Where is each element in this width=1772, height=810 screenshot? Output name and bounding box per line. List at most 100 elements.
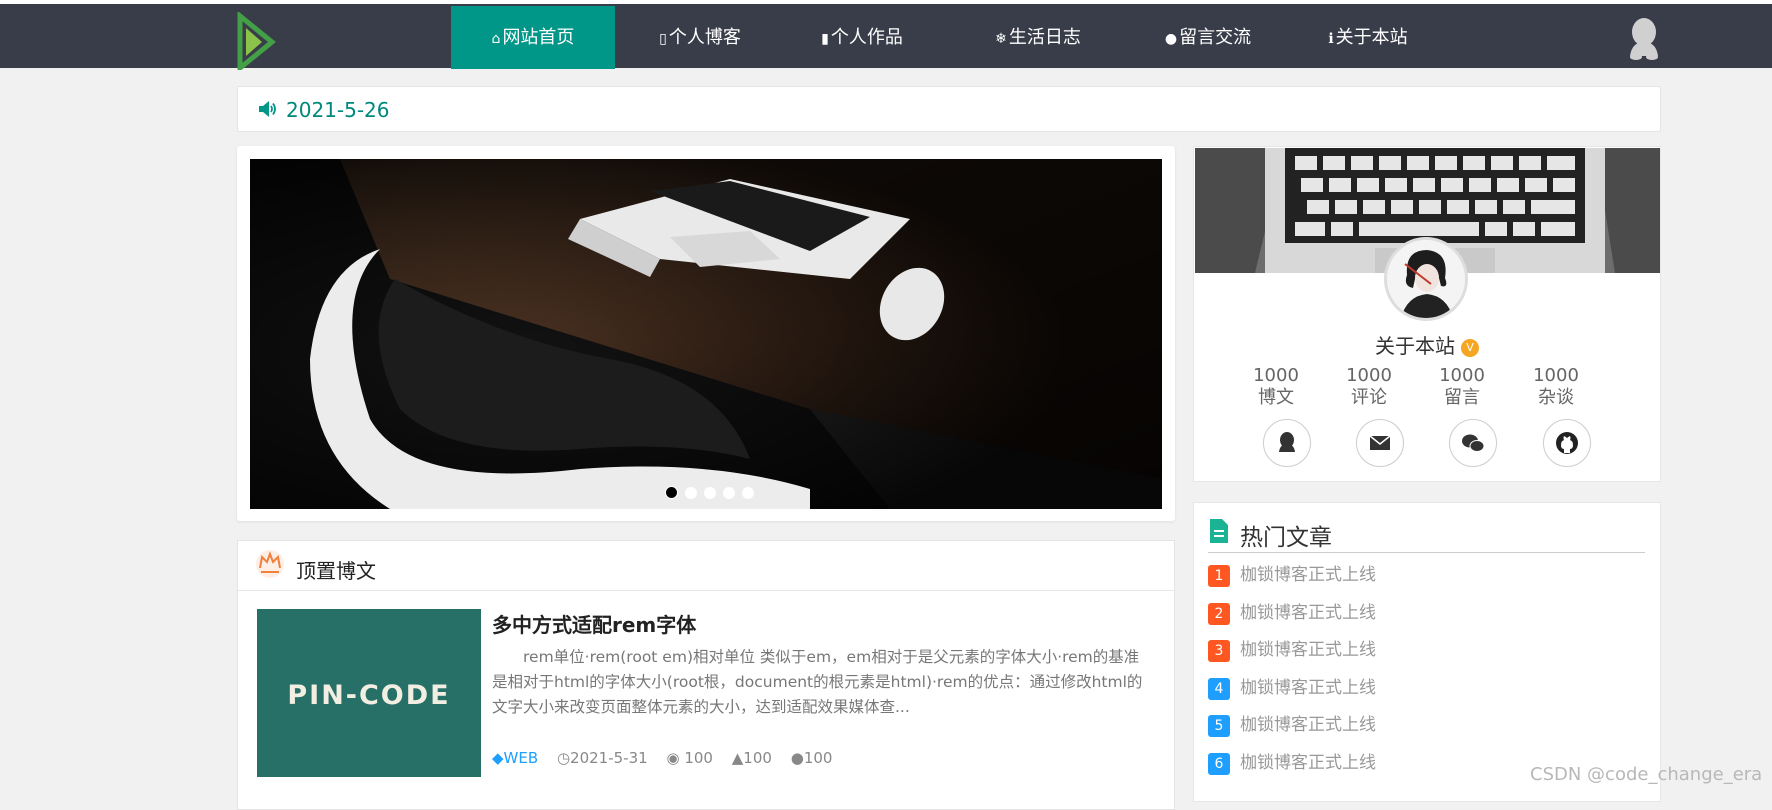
nav-label: 生活日志 (1008, 27, 1081, 48)
hot-articles-header: 热门文章 (1208, 515, 1645, 553)
stat-label: 博文 (1258, 387, 1294, 408)
nav-item-about[interactable]: ℹ 关于本站 (1318, 6, 1418, 69)
hot-articles-card: 热门文章 1 枷锁博客正式上线 2 枷锁博客正式上线 3 枷锁博客正式上线 4 枷锁博客… (1193, 502, 1661, 802)
hot-article-item[interactable]: 2 枷锁博客正式上线 (1208, 602, 1376, 625)
stat-essays: 1000 杂谈 (1516, 365, 1596, 409)
pinned-posts-header: 顶置博文 (238, 541, 1174, 591)
thumbnail-text: PIN-CODE (287, 680, 450, 711)
hot-article-item[interactable]: 6 枷锁博客正式上线 (1208, 752, 1376, 775)
tag-icon: ◆ (492, 749, 504, 767)
notice-bar: 2021-5-26 (237, 86, 1661, 132)
notice-text: 2021-5-26 (286, 98, 390, 122)
hot-article-item[interactable]: 5 枷锁博客正式上线 (1208, 714, 1376, 737)
hot-article-item[interactable]: 3 枷锁博客正式上线 (1208, 639, 1376, 662)
post-likes: 100 (743, 749, 772, 767)
nav-item-works[interactable]: ▮ 个人作品 (812, 6, 912, 69)
verified-badge: V (1461, 339, 1479, 357)
banner-card (237, 146, 1175, 521)
hot-article-title: 枷锁博客正式上线 (1240, 565, 1376, 585)
volume-icon (259, 101, 276, 117)
hot-article-title: 枷锁博客正式上线 (1240, 678, 1376, 698)
chat-icon: ● (1164, 31, 1178, 47)
stat-value: 1000 (1346, 365, 1392, 386)
post-comments: 100 (803, 749, 833, 767)
mail-icon (1369, 435, 1391, 450)
social-qq-button[interactable] (1263, 419, 1311, 467)
pinned-posts-card: 顶置博文 PIN-CODE 多中方式适配rem字体 rem单位·rem(root… (237, 540, 1175, 810)
social-wechat-button[interactable] (1449, 419, 1497, 467)
hot-article-title: 枷锁博客正式上线 (1240, 640, 1376, 660)
social-github-button[interactable] (1543, 419, 1591, 467)
user-avatar-icon[interactable] (1624, 16, 1664, 60)
snowflake-icon: ❄ (995, 31, 1007, 47)
stat-comments: 1000 评论 (1329, 365, 1409, 409)
rank-badge: 3 (1208, 640, 1230, 662)
banner-image (250, 159, 1162, 509)
banner-carousel[interactable] (250, 159, 1162, 509)
watermark: CSDN @code_change_era (1530, 764, 1763, 785)
rank-badge: 5 (1208, 715, 1230, 737)
navbar: ⌂ 网站首页 ▯ 个人博客 ▮ 个人作品 ❄ 生活日志 ● 留言交流 ℹ 关于本站 (0, 4, 1772, 70)
stat-posts: 1000 博文 (1236, 365, 1316, 409)
carousel-dots (665, 484, 761, 499)
rank-badge: 1 (1208, 565, 1230, 587)
eye-icon: ◉ (666, 749, 680, 767)
nav-label: 网站首页 (502, 27, 575, 48)
post-views: 100 (684, 749, 713, 767)
avatar[interactable] (1384, 237, 1468, 321)
carousel-dot[interactable] (665, 486, 678, 499)
nav-item-messages[interactable]: ● 留言交流 (1148, 6, 1268, 69)
social-mail-button[interactable] (1356, 419, 1404, 467)
nav-item-diary[interactable]: ❄ 生活日志 (983, 6, 1093, 69)
book-icon: ▯ (659, 31, 667, 47)
stat-value: 1000 (1533, 365, 1579, 386)
hot-article-title: 枷锁博客正式上线 (1240, 753, 1376, 773)
logo-icon[interactable] (236, 12, 276, 70)
rank-badge: 4 (1208, 678, 1230, 700)
carousel-dot[interactable] (704, 487, 716, 499)
nav-item-home[interactable]: ⌂ 网站首页 (451, 6, 615, 69)
carousel-dot[interactable] (742, 487, 754, 499)
stat-label: 留言 (1444, 387, 1480, 408)
hot-articles-title: 热门文章 (1240, 525, 1332, 551)
pinned-posts-title: 顶置博文 (296, 559, 376, 583)
carousel-dot[interactable] (685, 487, 697, 499)
rank-badge: 2 (1208, 603, 1230, 625)
stat-value: 1000 (1439, 365, 1485, 386)
document-icon (1210, 519, 1228, 543)
post-tag-label: WEB (503, 749, 539, 767)
nav-label: 留言交流 (1179, 27, 1252, 48)
wechat-icon (1462, 434, 1485, 452)
rank-badge: 6 (1208, 753, 1230, 775)
info-icon: ℹ (1328, 31, 1334, 47)
stat-label: 评论 (1351, 387, 1387, 408)
post-thumbnail[interactable]: PIN-CODE (257, 609, 481, 777)
profile-name: 关于本站 V (1194, 330, 1660, 359)
crown-icon (256, 550, 284, 578)
carousel-dot[interactable] (723, 487, 735, 499)
clock-icon: ◷ (556, 749, 571, 767)
stat-value: 1000 (1253, 365, 1299, 386)
qq-icon (1279, 432, 1295, 452)
nav-label: 个人博客 (668, 27, 741, 48)
post-excerpt: rem单位·rem(root em)相对单位 类似于em，em相对于是父元素的字… (492, 648, 1143, 716)
comment-icon: ● (790, 749, 804, 767)
stat-messages: 1000 留言 (1422, 365, 1502, 409)
nav-label: 个人作品 (830, 27, 903, 48)
hot-article-title: 枷锁博客正式上线 (1240, 715, 1376, 735)
file-icon: ▮ (821, 31, 829, 47)
post-tag[interactable]: ◆WEB (492, 749, 538, 767)
post-date: 2021-5-31 (570, 749, 648, 767)
nav-label: 关于本站 (1335, 27, 1408, 48)
hot-article-item[interactable]: 4 枷锁博客正式上线 (1208, 677, 1376, 700)
post-meta: ◆WEB ◷2021-5-31 ◉ 100 ▲100 ●100 (492, 749, 832, 767)
thumbs-up-icon[interactable]: ▲ (732, 749, 744, 767)
nav-item-blog[interactable]: ▯ 个人博客 (641, 6, 759, 69)
github-icon (1556, 432, 1578, 454)
profile-card: 关于本站 V 1000 博文 1000 评论 1000 留言 1000 杂谈 (1193, 146, 1661, 482)
post-title[interactable]: 多中方式适配rem字体 (492, 609, 696, 638)
profile-name-text: 关于本站 (1375, 334, 1455, 358)
hot-article-item[interactable]: 1 枷锁博客正式上线 (1208, 564, 1376, 587)
stat-label: 杂谈 (1538, 387, 1574, 408)
home-icon: ⌂ (491, 31, 501, 47)
